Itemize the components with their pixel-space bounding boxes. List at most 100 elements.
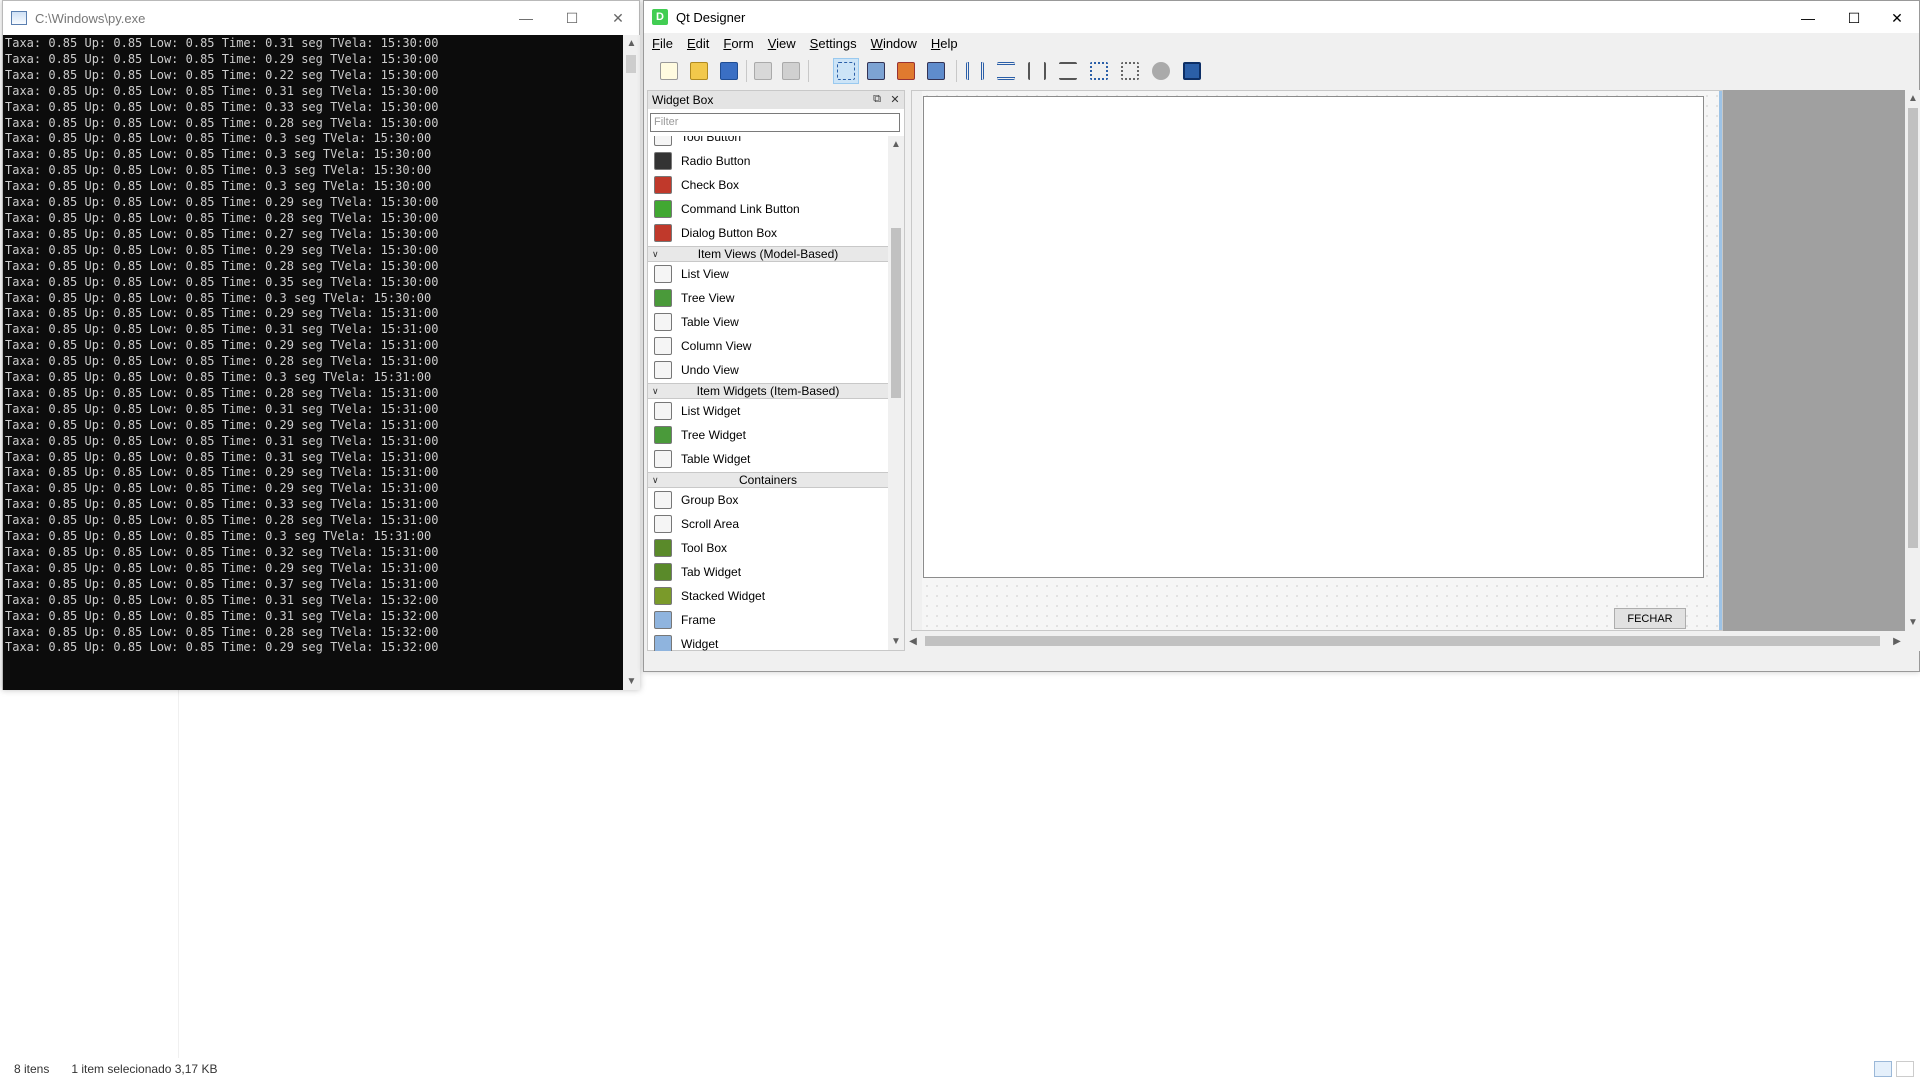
tab-widget-icon [654,563,672,581]
widget-filter-input[interactable]: Filter [650,113,900,132]
chevron-down-icon: ∨ [652,248,659,259]
widget-category-header[interactable]: ∨ Item Widgets (Item-Based) [648,383,888,399]
details-view-icon[interactable] [1874,1061,1892,1077]
widget-item[interactable]: Stacked Widget [648,584,888,608]
close-icon[interactable]: ✕ [595,1,641,35]
open-form-icon[interactable] [686,58,712,84]
widget-item-tool-button[interactable]: Tool Button [648,136,888,149]
editor-horizontal-scrollbar[interactable]: ◀ ▶ [905,633,1905,649]
widget-item[interactable]: Group Box [648,488,888,512]
send-to-back-icon[interactable] [750,58,776,84]
maximize-icon[interactable]: ☐ [549,1,595,35]
edit-signals-slots-icon[interactable] [863,58,889,84]
save-form-icon[interactable] [716,58,742,84]
menu-window[interactable]: Window [871,36,917,51]
widget-item[interactable]: Tool Box [648,536,888,560]
adjust-size-icon[interactable] [1179,58,1205,84]
scroll-up-icon[interactable]: ▲ [1905,90,1920,107]
widget-item[interactable]: Scroll Area [648,512,888,536]
console-line: Taxa: 0.85 Up: 0.85 Low: 0.85 Time: 0.35… [5,274,439,289]
console-line: Taxa: 0.85 Up: 0.85 Low: 0.85 Time: 0.29… [5,481,439,496]
close-icon[interactable]: ✕ [1874,1,1920,35]
minimize-icon[interactable]: — [1785,1,1831,35]
widget-box-scrollbar[interactable]: ▲ ▼ [888,136,904,650]
widget-item[interactable]: Tree Widget [648,423,888,447]
console-line: Taxa: 0.85 Up: 0.85 Low: 0.85 Time: 0.3 … [5,529,432,544]
console-scroll-thumb[interactable] [626,55,636,73]
fechar-button[interactable]: FECHAR [1614,608,1686,629]
new-form-icon[interactable] [656,58,682,84]
widget-box-header: Widget Box ⧉ ✕ [648,91,904,109]
widget-item[interactable]: Radio Button [648,149,888,173]
console-titlebar[interactable]: C:\Windows\py.exe — ☐ ✕ [3,1,639,35]
widget-item[interactable]: Widget [648,632,888,651]
widget-category-header[interactable]: ∨ Item Views (Model-Based) [648,246,888,262]
widget-category-label: Item Widgets (Item-Based) [696,384,840,398]
widget-item[interactable]: Table Widget [648,447,888,471]
layout-vertical-splitter-icon[interactable] [1055,58,1081,84]
widget-item[interactable]: Tree View [648,286,888,310]
explorer-divider [178,690,179,1060]
widget-item[interactable]: Column View [648,334,888,358]
minimize-icon[interactable]: — [503,1,549,35]
form-window[interactable]: FECHAR [911,90,1723,631]
layout-horizontal-icon[interactable] [962,58,988,84]
widget-item[interactable]: Command Link Button [648,197,888,221]
maximize-icon[interactable]: ☐ [1831,1,1877,35]
scroll-down-icon[interactable]: ▼ [623,673,640,690]
widget-item-label: Tab Widget [681,565,742,579]
scroll-left-icon[interactable]: ◀ [905,633,921,650]
widget-item-label: Tree Widget [681,428,746,442]
console-line: Taxa: 0.85 Up: 0.85 Low: 0.85 Time: 0.29… [5,338,439,353]
widget-item[interactable]: Undo View [648,358,888,382]
widget-item-label: Group Box [681,493,739,507]
console-line: Taxa: 0.85 Up: 0.85 Low: 0.85 Time: 0.28… [5,354,439,369]
menu-view[interactable]: View [768,36,796,51]
console-line: Taxa: 0.85 Up: 0.85 Low: 0.85 Time: 0.31… [5,433,439,448]
scroll-down-icon[interactable]: ▼ [1905,614,1920,631]
menu-form[interactable]: Form [723,36,753,51]
layout-vertical-icon[interactable] [993,58,1019,84]
break-layout-icon[interactable] [1148,58,1174,84]
menu-edit[interactable]: Edit [687,36,709,51]
widget-category-header[interactable]: ∨ Containers [648,472,888,488]
layout-grid-icon[interactable] [1086,58,1112,84]
scroll-down-icon[interactable]: ▼ [888,633,904,650]
widget-item-label: Frame [681,613,716,627]
console-line: Taxa: 0.85 Up: 0.85 Low: 0.85 Time: 0.29… [5,640,439,655]
menu-file[interactable]: File [652,36,673,51]
editor-vertical-scrollbar[interactable]: ▲ ▼ [1905,90,1920,631]
scroll-up-icon[interactable]: ▲ [623,35,640,52]
widget-item[interactable]: List Widget [648,399,888,423]
console-output[interactable]: Taxa: 0.85 Up: 0.85 Low: 0.85 Time: 0.31… [3,35,623,690]
menu-help[interactable]: Help [931,36,958,51]
float-panel-icon[interactable]: ⧉ [870,92,884,106]
edit-tab-order-icon[interactable] [923,58,949,84]
console-line: Taxa: 0.85 Up: 0.85 Low: 0.85 Time: 0.37… [5,576,439,591]
scroll-right-icon[interactable]: ▶ [1889,633,1905,650]
widget-item[interactable]: Dialog Button Box [648,221,888,245]
menu-bar: File Edit Form View Settings Window Help [644,33,1919,53]
menu-settings[interactable]: Settings [810,36,857,51]
close-panel-icon[interactable]: ✕ [888,92,902,106]
scroll-up-icon[interactable]: ▲ [888,136,904,153]
edit-widgets-icon[interactable] [833,58,859,84]
console-scrollbar[interactable]: ▲ ▼ [623,35,640,690]
widget-box-scroll-thumb[interactable] [891,228,901,398]
widget-item[interactable]: Frame [648,608,888,632]
console-line: Taxa: 0.85 Up: 0.85 Low: 0.85 Time: 0.31… [5,608,439,623]
widget-item[interactable]: Check Box [648,173,888,197]
layout-horizontal-splitter-icon[interactable] [1024,58,1050,84]
editor-vscroll-thumb[interactable] [1908,108,1918,548]
stacked-widget-icon [654,587,672,605]
widget-item[interactable]: List View [648,262,888,286]
editor-hscroll-thumb[interactable] [925,636,1880,646]
bring-to-front-icon[interactable] [778,58,804,84]
widget-item[interactable]: Tab Widget [648,560,888,584]
designer-titlebar[interactable]: D Qt Designer — ☐ ✕ [644,1,1919,33]
edit-buddies-icon[interactable] [893,58,919,84]
form-list-widget[interactable] [923,96,1704,578]
layout-form-icon[interactable] [1117,58,1143,84]
large-icons-view-icon[interactable] [1896,1061,1914,1077]
widget-item[interactable]: Table View [648,310,888,334]
